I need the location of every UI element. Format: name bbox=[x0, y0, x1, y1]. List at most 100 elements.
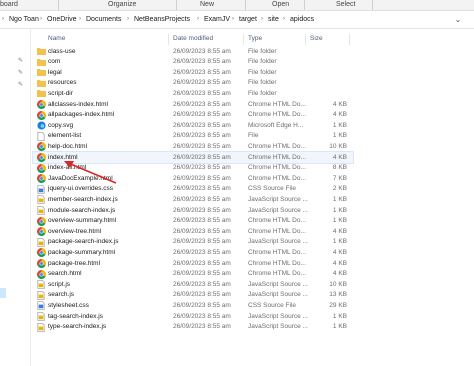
file-date-modified: 26/09/2023 8:55 am bbox=[173, 227, 231, 235]
file-row[interactable]: package-tree.html 26/09/2023 8:55 am Chrom… bbox=[33, 258, 353, 269]
file-date-modified: 26/09/2023 8:55 am bbox=[173, 100, 231, 108]
file-row[interactable]: package-search-index.js 26/09/2023 8:55 a… bbox=[33, 237, 353, 248]
file-row[interactable]: tag-search-index.js 26/09/2023 8:55 am Jav… bbox=[33, 311, 353, 322]
file-name: stylesheet.css bbox=[48, 301, 89, 309]
pin-icon[interactable]: ✎ bbox=[18, 81, 23, 88]
file-row[interactable]: class-use 26/09/2023 8:55 am File folder bbox=[33, 46, 353, 57]
file-row[interactable]: copy.svg 26/09/2023 8:55 am Microsoft Edge… bbox=[33, 120, 353, 131]
file-type: File bbox=[248, 132, 259, 140]
file-row[interactable]: element-list 26/09/2023 8:55 am File 1 KB bbox=[33, 131, 353, 142]
breadcrumb-item-netbeansprojects[interactable]: NetBeansProjects bbox=[134, 16, 190, 23]
chrome-icon bbox=[37, 174, 46, 184]
file-row[interactable]: package-summary.html 26/09/2023 8:55 am Ch… bbox=[33, 247, 353, 258]
file-size: 4 KB bbox=[332, 153, 347, 161]
breadcrumb-item-documents[interactable]: Documents bbox=[86, 16, 121, 23]
file-type: Chrome HTML Do... bbox=[248, 248, 306, 256]
column-divider[interactable] bbox=[243, 34, 244, 45]
file-date-modified: 26/09/2023 8:55 am bbox=[173, 217, 231, 225]
column-divider[interactable] bbox=[168, 34, 169, 45]
chrome-icon bbox=[37, 248, 46, 258]
js-icon bbox=[37, 195, 46, 205]
file-type: File folder bbox=[248, 47, 277, 55]
file-name: script.js bbox=[48, 280, 71, 288]
file-type: Chrome HTML Do... bbox=[248, 217, 306, 225]
file-name: class-use bbox=[48, 47, 76, 55]
chrome-icon bbox=[37, 216, 46, 226]
chevron-right-icon: › bbox=[40, 16, 42, 22]
file-name: legal bbox=[48, 68, 62, 76]
file-row[interactable]: type-search-index.js 26/09/2023 8:55 am Ja… bbox=[33, 322, 353, 333]
file-size: 1 KB bbox=[332, 312, 347, 320]
file-row[interactable]: search.js 26/09/2023 8:55 am JavaScript So… bbox=[33, 290, 353, 301]
file-row[interactable]: script-dir 26/09/2023 8:55 am File folder bbox=[33, 88, 353, 99]
file-name: overview-summary.html bbox=[48, 217, 117, 225]
breadcrumb-item-site[interactable]: site bbox=[268, 16, 279, 23]
breadcrumb-item-ngo-toan[interactable]: Ngo Toan bbox=[9, 16, 39, 23]
file-row[interactable]: module-search-index.js 26/09/2023 8:55 am… bbox=[33, 205, 353, 216]
file-row[interactable]: com 26/09/2023 8:55 am File folder bbox=[33, 57, 353, 68]
breadcrumb-item-target[interactable]: target bbox=[239, 16, 257, 23]
file-date-modified: 26/09/2023 8:55 am bbox=[173, 111, 231, 119]
column-date-modified[interactable]: Date modified bbox=[173, 35, 213, 42]
file-size: 1 KB bbox=[332, 132, 347, 140]
file-name: package-search-index.js bbox=[48, 238, 119, 246]
file-name: search.html bbox=[48, 270, 82, 278]
ribbon-divider bbox=[245, 0, 246, 10]
file-type: CSS Source File bbox=[248, 301, 297, 309]
breadcrumb-item-examjv[interactable]: ExamJV bbox=[204, 16, 230, 23]
address-dropdown-icon[interactable]: ⌄ bbox=[452, 14, 464, 25]
file-row[interactable]: resources 26/09/2023 8:55 am File folder bbox=[33, 78, 353, 89]
chevron-right-icon: › bbox=[2, 16, 4, 22]
file-row[interactable]: allclasses-index.html 26/09/2023 8:55 am C… bbox=[33, 99, 353, 110]
file-name: package-summary.html bbox=[48, 248, 116, 256]
file-row[interactable]: legal 26/09/2023 8:55 am File folder bbox=[33, 67, 353, 78]
file-row[interactable]: overview-tree.html 26/09/2023 8:55 am Chro… bbox=[33, 226, 353, 237]
file-row[interactable]: overview-summary.html 26/09/2023 8:55 am C… bbox=[33, 216, 353, 227]
file-size: 13 KB bbox=[329, 291, 347, 299]
pin-icon[interactable]: ✎ bbox=[18, 69, 23, 76]
chrome-icon bbox=[37, 142, 46, 152]
js-icon bbox=[37, 237, 46, 247]
edge-icon bbox=[37, 121, 46, 130]
file-name: element-list bbox=[48, 132, 82, 140]
file-type: Chrome HTML Do... bbox=[248, 259, 306, 267]
file-row[interactable]: stylesheet.css 26/09/2023 8:55 am CSS Sour… bbox=[33, 300, 353, 311]
breadcrumb-item-onedrive[interactable]: OneDrive bbox=[47, 16, 77, 23]
column-type[interactable]: Type bbox=[248, 35, 262, 42]
column-name[interactable]: Name bbox=[48, 35, 65, 42]
file-size: 1 KB bbox=[332, 195, 347, 203]
file-date-modified: 26/09/2023 8:55 am bbox=[173, 164, 231, 172]
file-date-modified: 26/09/2023 8:55 am bbox=[173, 291, 231, 299]
file-row[interactable]: search.html 26/09/2023 8:55 am Chrome HTML… bbox=[33, 269, 353, 280]
folder-icon bbox=[37, 47, 46, 55]
js-icon bbox=[37, 206, 46, 215]
file-date-modified: 26/09/2023 8:55 am bbox=[173, 89, 231, 97]
arrow-shaft bbox=[67, 162, 117, 184]
nav-selected-item[interactable] bbox=[0, 288, 6, 298]
file-type: Chrome HTML Do... bbox=[248, 174, 306, 182]
pin-icon[interactable]: ✎ bbox=[18, 57, 23, 64]
file-row[interactable]: allpackages-index.html 26/09/2023 8:55 am… bbox=[33, 110, 353, 121]
file-date-modified: 26/09/2023 8:55 am bbox=[173, 248, 231, 256]
breadcrumb-item-apidocs[interactable]: apidocs bbox=[290, 16, 314, 23]
file-type: Chrome HTML Do... bbox=[248, 142, 306, 150]
column-divider[interactable] bbox=[349, 34, 350, 45]
ribbon-divider bbox=[372, 0, 373, 10]
file-type: JavaScript Source ... bbox=[248, 291, 308, 299]
file-date-modified: 26/09/2023 8:55 am bbox=[173, 270, 231, 278]
file-row[interactable]: member-search-index.js 26/09/2023 8:55 am… bbox=[33, 194, 353, 205]
file-size: 1 KB bbox=[332, 238, 347, 246]
file-date-modified: 26/09/2023 8:55 am bbox=[173, 312, 231, 320]
column-size[interactable]: Size bbox=[310, 35, 323, 42]
file-size: 4 KB bbox=[332, 248, 347, 256]
ribbon-divider bbox=[58, 0, 59, 10]
column-divider[interactable] bbox=[305, 34, 306, 45]
file-name: help-doc.html bbox=[48, 142, 88, 150]
folder-icon bbox=[37, 58, 46, 66]
navigation-pane[interactable]: ✎ ✎ ✎ bbox=[0, 29, 31, 366]
chrome-icon bbox=[37, 100, 46, 109]
file-size: 4 KB bbox=[332, 270, 347, 278]
breadcrumb[interactable]: › Ngo Toan › OneDrive › Documents › NetB… bbox=[0, 11, 474, 29]
file-row[interactable]: script.js 26/09/2023 8:55 am JavaScript So… bbox=[33, 279, 353, 290]
file-size: 4 KB bbox=[332, 227, 347, 235]
